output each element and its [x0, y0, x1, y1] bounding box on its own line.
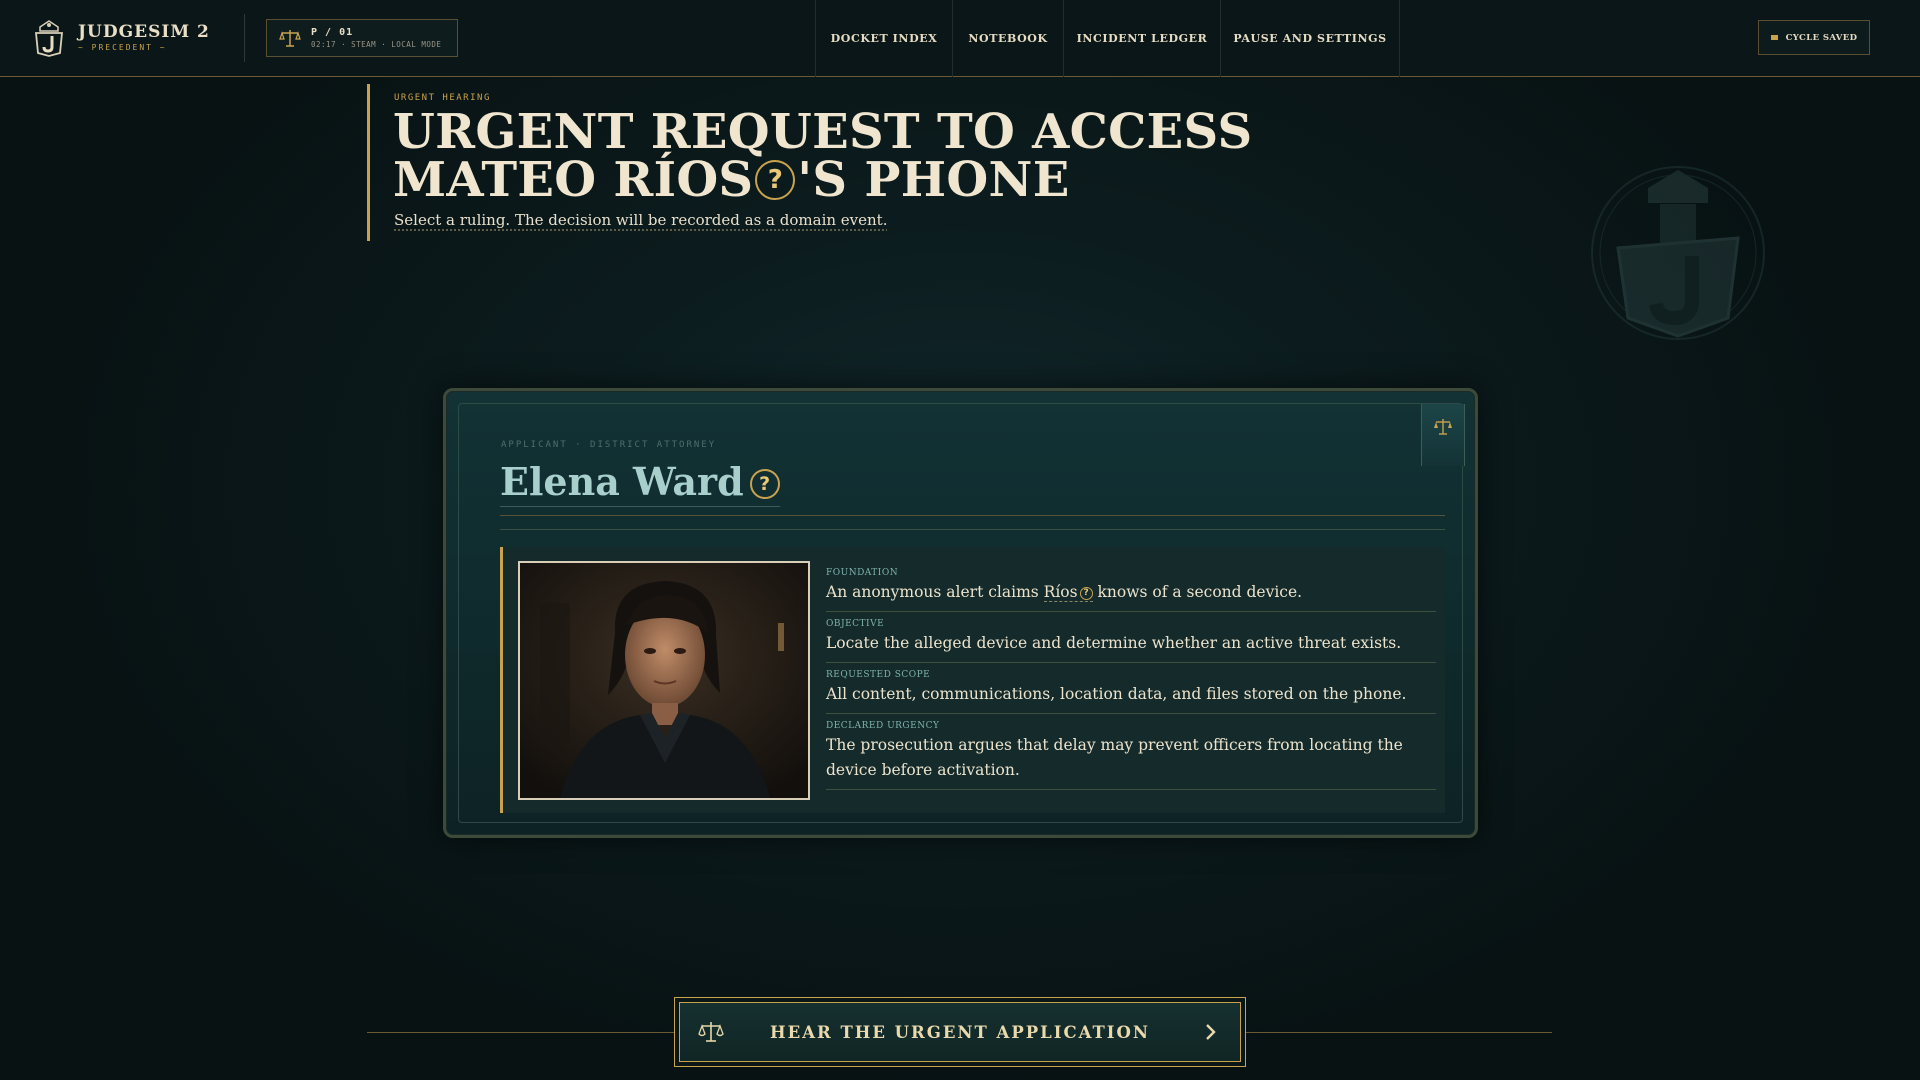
courthouse-j-crest-icon [1591, 166, 1765, 340]
defendant-link[interactable]: Ríos? [1043, 583, 1093, 602]
nav-notebook[interactable]: NOTEBOOK [953, 0, 1064, 77]
title-suffix: 'S PHONE [797, 152, 1070, 208]
portrait-image [520, 563, 808, 798]
chevron-right-icon [1206, 1024, 1216, 1040]
field-requested-scope: REQUESTED SCOPE All content, communicati… [826, 663, 1436, 714]
brand-subtitle: ~ PRECEDENT ~ [78, 43, 167, 52]
title-line-1: URGENT REQUEST TO ACCESS [393, 104, 1253, 160]
scales-icon [698, 1022, 724, 1042]
heading-accent-bar [367, 84, 370, 241]
field-text: An anonymous alert claims [826, 583, 1044, 601]
cta-inner[interactable]: HEAR THE URGENT APPLICATION [679, 1002, 1241, 1062]
divider [244, 14, 245, 62]
field-text: knows of a second device. [1092, 583, 1303, 601]
brand-title: JUDGESIM 2 [78, 22, 210, 42]
hearing-instructions: Select a ruling. The decision will be re… [394, 211, 888, 229]
cycle-saved-badge: CYCLE SAVED [1758, 20, 1870, 55]
field-foundation: FOUNDATION An anonymous alert claims Río… [826, 561, 1436, 612]
session-id: P / 01 [311, 27, 354, 38]
field-label: REQUESTED SCOPE [826, 670, 931, 680]
scales-icon [279, 30, 301, 47]
field-value: All content, communications, location da… [826, 685, 1407, 703]
help-icon[interactable]: ? [755, 159, 796, 200]
applicant-name-text: Elena Ward [500, 459, 744, 504]
cta-label[interactable]: HEAR THE URGENT APPLICATION [680, 1023, 1240, 1042]
top-bar: JUDGESIM 2 ~ PRECEDENT ~ P / 01 02:17 · … [0, 0, 1920, 77]
field-objective: OBJECTIVE Locate the alleged device and … [826, 612, 1436, 663]
hearing-eyebrow: URGENT HEARING [394, 93, 491, 103]
hear-application-button[interactable]: HEAR THE URGENT APPLICATION [674, 997, 1246, 1067]
field-label: OBJECTIVE [826, 619, 885, 629]
nav-pause-settings[interactable]: PAUSE AND SETTINGS [1221, 0, 1400, 77]
field-value: An anonymous alert claims Ríos? knows of… [826, 580, 1436, 605]
scales-icon [1434, 419, 1452, 435]
card-ribbon [1421, 404, 1465, 466]
save-dot-icon [1770, 35, 1778, 40]
applicant-portrait [518, 561, 810, 800]
page-title: URGENT REQUEST TO ACCESS MATEO RÍOS? 'S P… [393, 108, 1293, 204]
field-value: The prosecution argues that delay may pr… [826, 736, 1403, 779]
saved-label: CYCLE SAVED [1785, 32, 1858, 43]
card-frame: APPLICANT · DISTRICT ATTORNEY Elena Ward… [458, 403, 1465, 823]
applicant-role-label: APPLICANT · DISTRICT ATTORNEY [501, 440, 717, 450]
applicant-name: Elena Ward ? [500, 459, 780, 507]
field-label: FOUNDATION [826, 568, 899, 578]
brand[interactable]: JUDGESIM 2 ~ PRECEDENT ~ [32, 18, 210, 58]
application-details: FOUNDATION An anonymous alert claims Río… [500, 547, 1445, 813]
application-fields: FOUNDATION An anonymous alert claims Río… [826, 561, 1436, 790]
applicant-card: APPLICANT · DISTRICT ATTORNEY Elena Ward… [443, 388, 1478, 838]
divider [500, 529, 1445, 530]
defendant-name[interactable]: Ríos [1044, 583, 1078, 601]
title-defendant-name: MATEO RÍOS [393, 152, 754, 208]
help-icon[interactable]: ? [1079, 586, 1093, 600]
divider [500, 515, 1445, 516]
courthouse-j-crest-icon [35, 20, 63, 57]
session-indicator[interactable]: P / 01 02:17 · STEAM · LOCAL MODE [266, 19, 458, 57]
session-meta: 02:17 · STEAM · LOCAL MODE [311, 40, 442, 49]
field-label: DECLARED URGENCY [826, 721, 940, 731]
nav-docket-index[interactable]: DOCKET INDEX [816, 0, 953, 77]
title-line-2: MATEO RÍOS? 'S PHONE [393, 156, 1293, 204]
field-value: Locate the alleged device and determine … [826, 634, 1402, 652]
main-nav: DOCKET INDEX NOTEBOOK INCIDENT LEDGER PA… [815, 0, 1400, 77]
field-declared-urgency: DECLARED URGENCY The prosecution argues … [826, 714, 1436, 790]
help-icon[interactable]: ? [749, 468, 780, 499]
nav-incident-ledger[interactable]: INCIDENT LEDGER [1064, 0, 1221, 77]
